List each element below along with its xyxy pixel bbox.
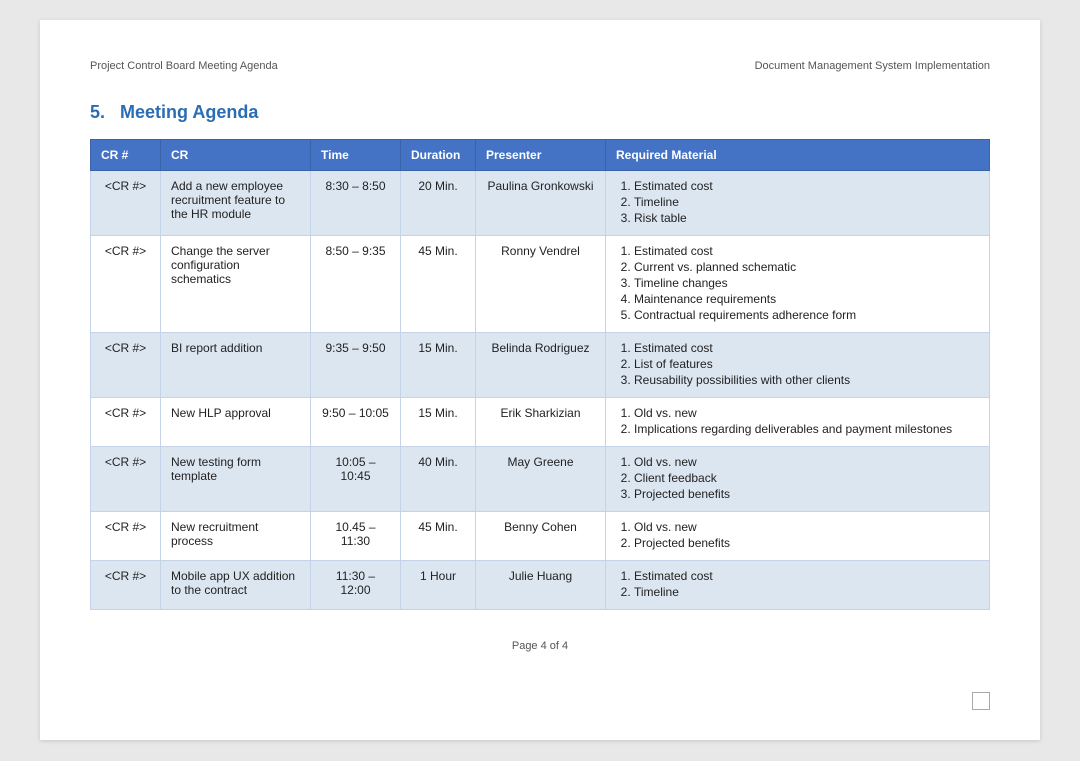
material-item: Estimated cost [634,179,979,193]
material-item: Maintenance requirements [634,292,979,306]
cell-presenter: Belinda Rodriguez [476,333,606,398]
section-title: 5. Meeting Agenda [90,102,990,123]
cell-cr: Mobile app UX addition to the contract [161,561,311,610]
material-item: Contractual requirements adherence form [634,308,979,322]
cell-cr: New HLP approval [161,398,311,447]
page-number: Page 4 of 4 [512,640,568,652]
cell-time: 11:30 – 12:00 [311,561,401,610]
col-header-cr: CR [161,140,311,171]
cell-cr: BI report addition [161,333,311,398]
material-item: Timeline [634,195,979,209]
cell-cr-num: <CR #> [91,512,161,561]
table-header-row: CR # CR Time Duration Presenter Required… [91,140,990,171]
cell-presenter: Julie Huang [476,561,606,610]
cell-cr-num: <CR #> [91,398,161,447]
material-item: Implications regarding deliverables and … [634,422,979,436]
cell-cr-num: <CR #> [91,171,161,236]
material-item: Risk table [634,211,979,225]
cell-cr-num: <CR #> [91,333,161,398]
cell-time: 8:50 – 9:35 [311,236,401,333]
agenda-table: CR # CR Time Duration Presenter Required… [90,139,990,610]
table-row: <CR #>Mobile app UX addition to the cont… [91,561,990,610]
col-header-cr-num: CR # [91,140,161,171]
col-header-presenter: Presenter [476,140,606,171]
section-heading: Meeting Agenda [120,102,258,122]
cell-cr: New testing form template [161,447,311,512]
table-row: <CR #>Change the server configuration sc… [91,236,990,333]
cell-presenter: Ronny Vendrel [476,236,606,333]
cell-presenter: Erik Sharkizian [476,398,606,447]
material-item: Old vs. new [634,520,979,534]
cell-duration: 15 Min. [401,333,476,398]
cell-time: 8:30 – 8:50 [311,171,401,236]
material-item: Current vs. planned schematic [634,260,979,274]
header-left: Project Control Board Meeting Agenda [90,60,278,72]
table-row: <CR #>BI report addition9:35 – 9:5015 Mi… [91,333,990,398]
material-item: Reusability possibilities with other cli… [634,373,979,387]
cell-materials: Estimated cost Timeline [606,561,990,610]
cell-cr: Change the server configuration schemati… [161,236,311,333]
cell-time: 10.45 – 11:30 [311,512,401,561]
cell-duration: 15 Min. [401,398,476,447]
cell-materials: Old vs. new Projected benefits [606,512,990,561]
header-right: Document Management System Implementatio… [755,60,990,72]
table-row: <CR #>New HLP approval9:50 – 10:0515 Min… [91,398,990,447]
cell-cr: New recruitment process [161,512,311,561]
section-number: 5. [90,102,105,122]
material-item: Old vs. new [634,406,979,420]
cell-materials: Estimated cost Current vs. planned schema… [606,236,990,333]
material-item: Timeline changes [634,276,979,290]
material-item: Estimated cost [634,569,979,583]
cell-duration: 40 Min. [401,447,476,512]
cell-cr: Add a new employee recruitment feature t… [161,171,311,236]
cell-cr-num: <CR #> [91,236,161,333]
cell-duration: 1 Hour [401,561,476,610]
material-item: Timeline [634,585,979,599]
material-item: Projected benefits [634,487,979,501]
cell-materials: Old vs. new Implications regarding delive… [606,398,990,447]
table-body: <CR #>Add a new employee recruitment fea… [91,171,990,610]
material-item: Estimated cost [634,341,979,355]
table-row: <CR #>New recruitment process10.45 – 11:… [91,512,990,561]
material-item: Client feedback [634,471,979,485]
material-item: Old vs. new [634,455,979,469]
cell-materials: Estimated cost Timeline Risk table [606,171,990,236]
cell-duration: 45 Min. [401,512,476,561]
cell-presenter: Benny Cohen [476,512,606,561]
col-header-duration: Duration [401,140,476,171]
cell-materials: Old vs. new Client feedback Projected bene… [606,447,990,512]
page-header: Project Control Board Meeting Agenda Doc… [90,60,990,72]
cell-time: 9:50 – 10:05 [311,398,401,447]
col-header-material: Required Material [606,140,990,171]
cell-duration: 20 Min. [401,171,476,236]
material-item: Projected benefits [634,536,979,550]
material-item: Estimated cost [634,244,979,258]
page-number-box [972,692,990,710]
cell-time: 10:05 – 10:45 [311,447,401,512]
page-footer: Page 4 of 4 [90,640,990,652]
cell-duration: 45 Min. [401,236,476,333]
cell-materials: Estimated cost List of features Reusabilit… [606,333,990,398]
cell-presenter: Paulina Gronkowski [476,171,606,236]
col-header-time: Time [311,140,401,171]
cell-presenter: May Greene [476,447,606,512]
table-row: <CR #>Add a new employee recruitment fea… [91,171,990,236]
page: Project Control Board Meeting Agenda Doc… [40,20,1040,740]
cell-cr-num: <CR #> [91,561,161,610]
cell-cr-num: <CR #> [91,447,161,512]
material-item: List of features [634,357,979,371]
table-row: <CR #>New testing form template10:05 – 1… [91,447,990,512]
cell-time: 9:35 – 9:50 [311,333,401,398]
